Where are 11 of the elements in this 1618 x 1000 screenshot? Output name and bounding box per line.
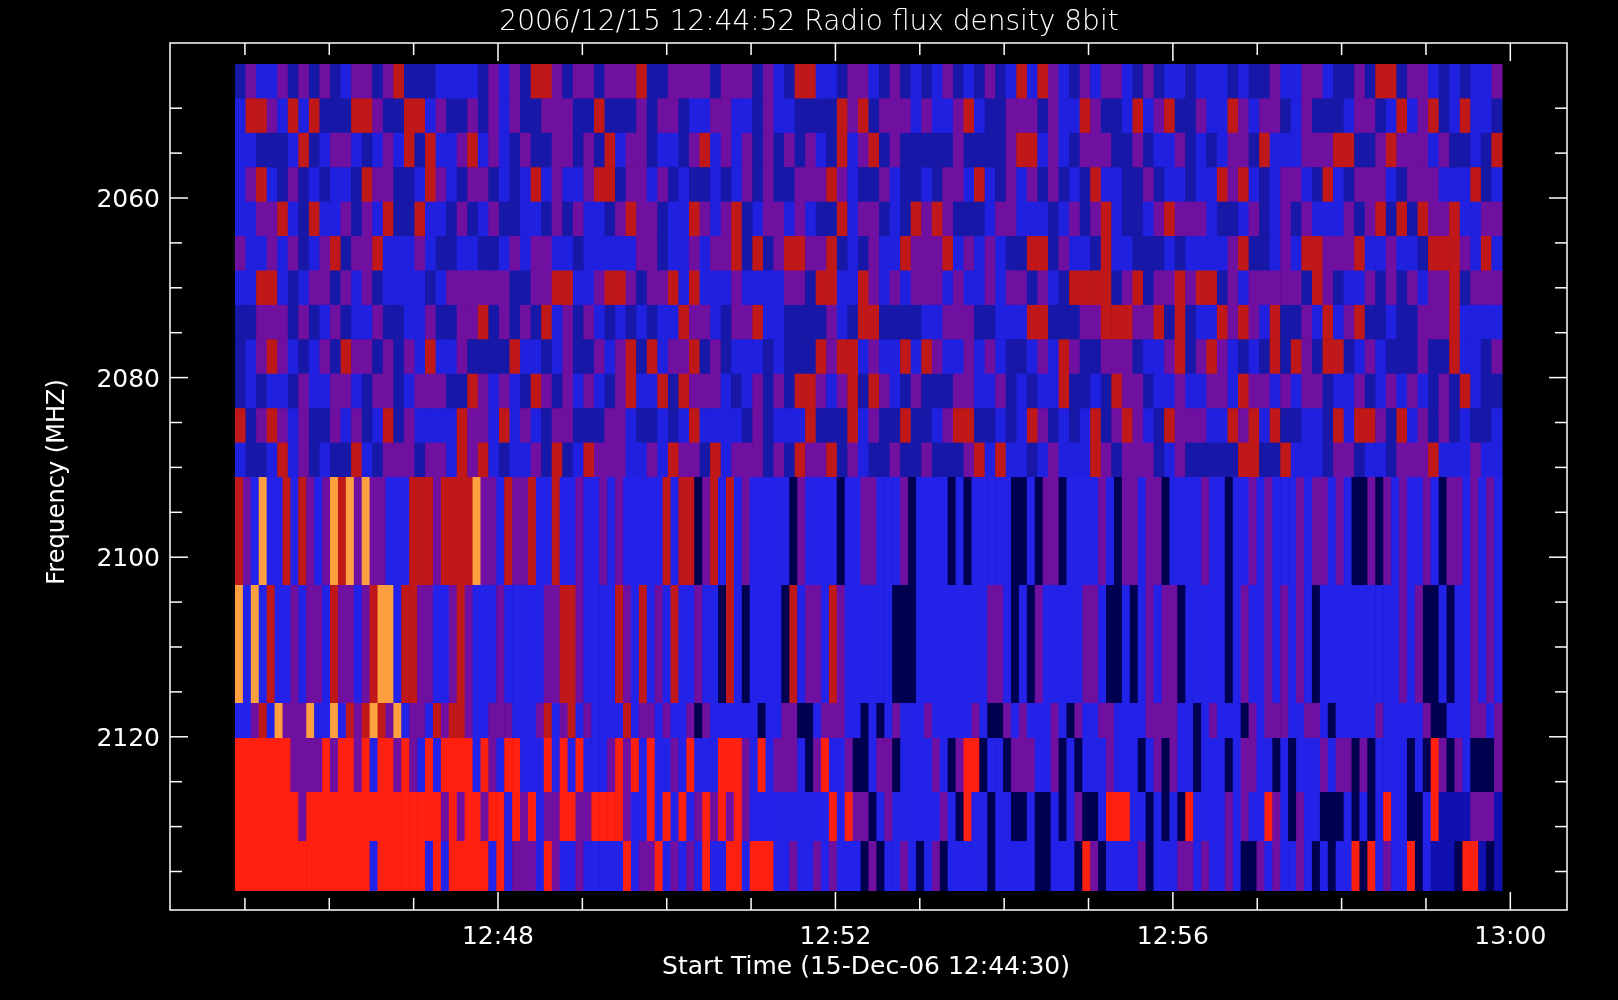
- y-axis-label: Frequency (MHZ): [42, 379, 70, 585]
- x-axis-label: Start Time (15-Dec-06 12:44:30): [662, 951, 1070, 980]
- x-tick-label: 12:48: [462, 921, 534, 950]
- x-tick-label: 12:52: [799, 921, 872, 950]
- y-tick-label: 2060: [96, 184, 160, 213]
- y-tick-label: 2120: [96, 722, 160, 752]
- x-tick-label: 13:00: [1474, 921, 1547, 950]
- chart-title: 2006/12/15 12:44:52 Radio flux density 8bit: [499, 4, 1119, 37]
- x-tick-label: 12:56: [1136, 921, 1209, 950]
- y-tick-label: 2100: [96, 543, 160, 573]
- y-tick-label: 2080: [96, 363, 160, 393]
